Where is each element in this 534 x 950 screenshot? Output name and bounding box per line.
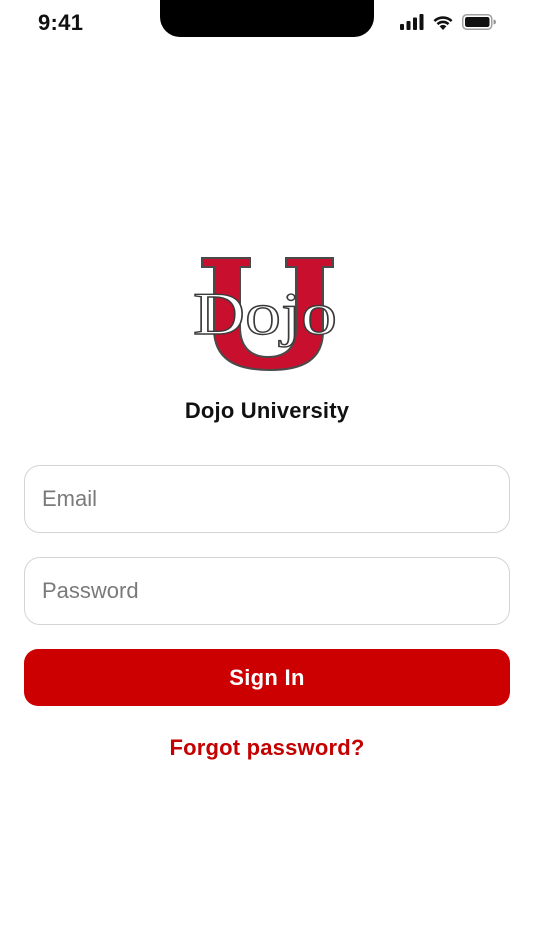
forgot-password-link[interactable]: Forgot password?: [0, 735, 534, 761]
password-field-container: [24, 557, 510, 625]
sign-in-button[interactable]: Sign In: [24, 649, 510, 706]
logo-word: Dojo: [193, 281, 337, 347]
cellular-signal-icon: [400, 14, 424, 30]
wifi-icon: [432, 14, 454, 30]
camera-notch: [160, 0, 374, 37]
password-input[interactable]: [25, 558, 509, 624]
battery-icon: [462, 14, 496, 30]
status-bar: 9:41: [0, 0, 534, 50]
brand-name: Dojo University: [184, 398, 350, 423]
email-input[interactable]: [25, 466, 509, 532]
dojo-university-logo: Dojo: [192, 255, 342, 373]
status-time: 9:41: [38, 10, 84, 35]
status-icons: [400, 14, 496, 30]
email-field-container: [24, 465, 510, 533]
